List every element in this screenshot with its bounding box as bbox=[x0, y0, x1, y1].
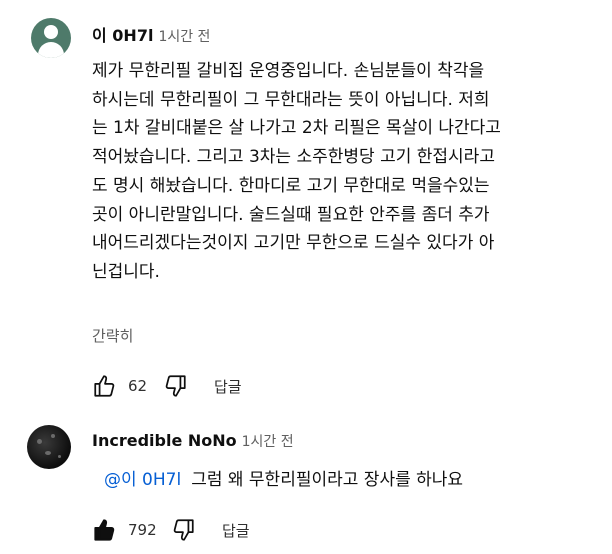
like-count: 792 bbox=[128, 521, 157, 539]
avatar[interactable] bbox=[27, 425, 71, 469]
comment-author[interactable]: Incredible NoNo bbox=[92, 431, 237, 450]
comment-1-actions: 62 답글 bbox=[92, 372, 242, 400]
comment-body: @이 0H7l 그럼 왜 무한리필이라고 장사를 하나요 bbox=[104, 465, 463, 490]
thumbs-down-icon[interactable] bbox=[170, 517, 196, 543]
thumbs-down-icon[interactable] bbox=[162, 373, 188, 399]
comment-line: 제가 무한리필 갈비집 운영중입니다. 손님분들이 착각을 bbox=[92, 61, 485, 81]
person-avatar-icon[interactable] bbox=[31, 18, 71, 58]
comment-timestamp[interactable]: 1시간 전 bbox=[242, 434, 294, 450]
comment-line: 닌겁니다. bbox=[92, 261, 160, 282]
reply-button[interactable]: 답글 bbox=[222, 520, 250, 541]
thumbs-up-icon[interactable] bbox=[92, 373, 118, 399]
comment-line: 는 1차 갈비대붙은 살 나가고 2차 리필은 목살이 나간다고 bbox=[92, 118, 501, 139]
comment-2-actions: 792 답글 bbox=[92, 516, 250, 544]
comment-1-author-line: 이 0H7l 1시간 전 bbox=[92, 22, 210, 46]
comment-line: 도 명시 해놨습니다. 한마디로 고기 무한대로 먹을수있는 bbox=[92, 175, 490, 196]
comment-author[interactable]: 이 0H7l bbox=[92, 26, 153, 45]
mention-link[interactable]: @이 0H7l bbox=[104, 470, 181, 490]
show-less-button[interactable]: 간략히 bbox=[92, 325, 133, 346]
like-count: 62 bbox=[128, 377, 148, 395]
comment-line: 적어놨습니다. 그리고 3차는 소주한병당 고기 한접시라고 bbox=[92, 147, 495, 168]
comment-timestamp[interactable]: 1시간 전 bbox=[158, 29, 210, 45]
thumbs-up-icon[interactable] bbox=[92, 517, 118, 543]
comment-2-author-line: Incredible NoNo 1시간 전 bbox=[92, 431, 294, 451]
comment-body: 제가 무한리필 갈비집 운영중입니다. 손님분들이 착각을 하시는데 무한리필이… bbox=[92, 57, 501, 287]
comment-text: 그럼 왜 무한리필이라고 장사를 하나요 bbox=[191, 470, 464, 490]
comment-line: 내어드리겠다는것이지 고기만 무한으로 드실수 있다가 아 bbox=[92, 233, 495, 254]
reply-button[interactable]: 답글 bbox=[214, 376, 242, 397]
comment-line: 곳이 아니란말입니다. 술드실때 필요한 안주를 좀더 추가 bbox=[92, 204, 490, 225]
comment-line: 하시는데 무한리필이 그 무한대라는 뜻이 아닙니다. 저희 bbox=[92, 89, 490, 110]
